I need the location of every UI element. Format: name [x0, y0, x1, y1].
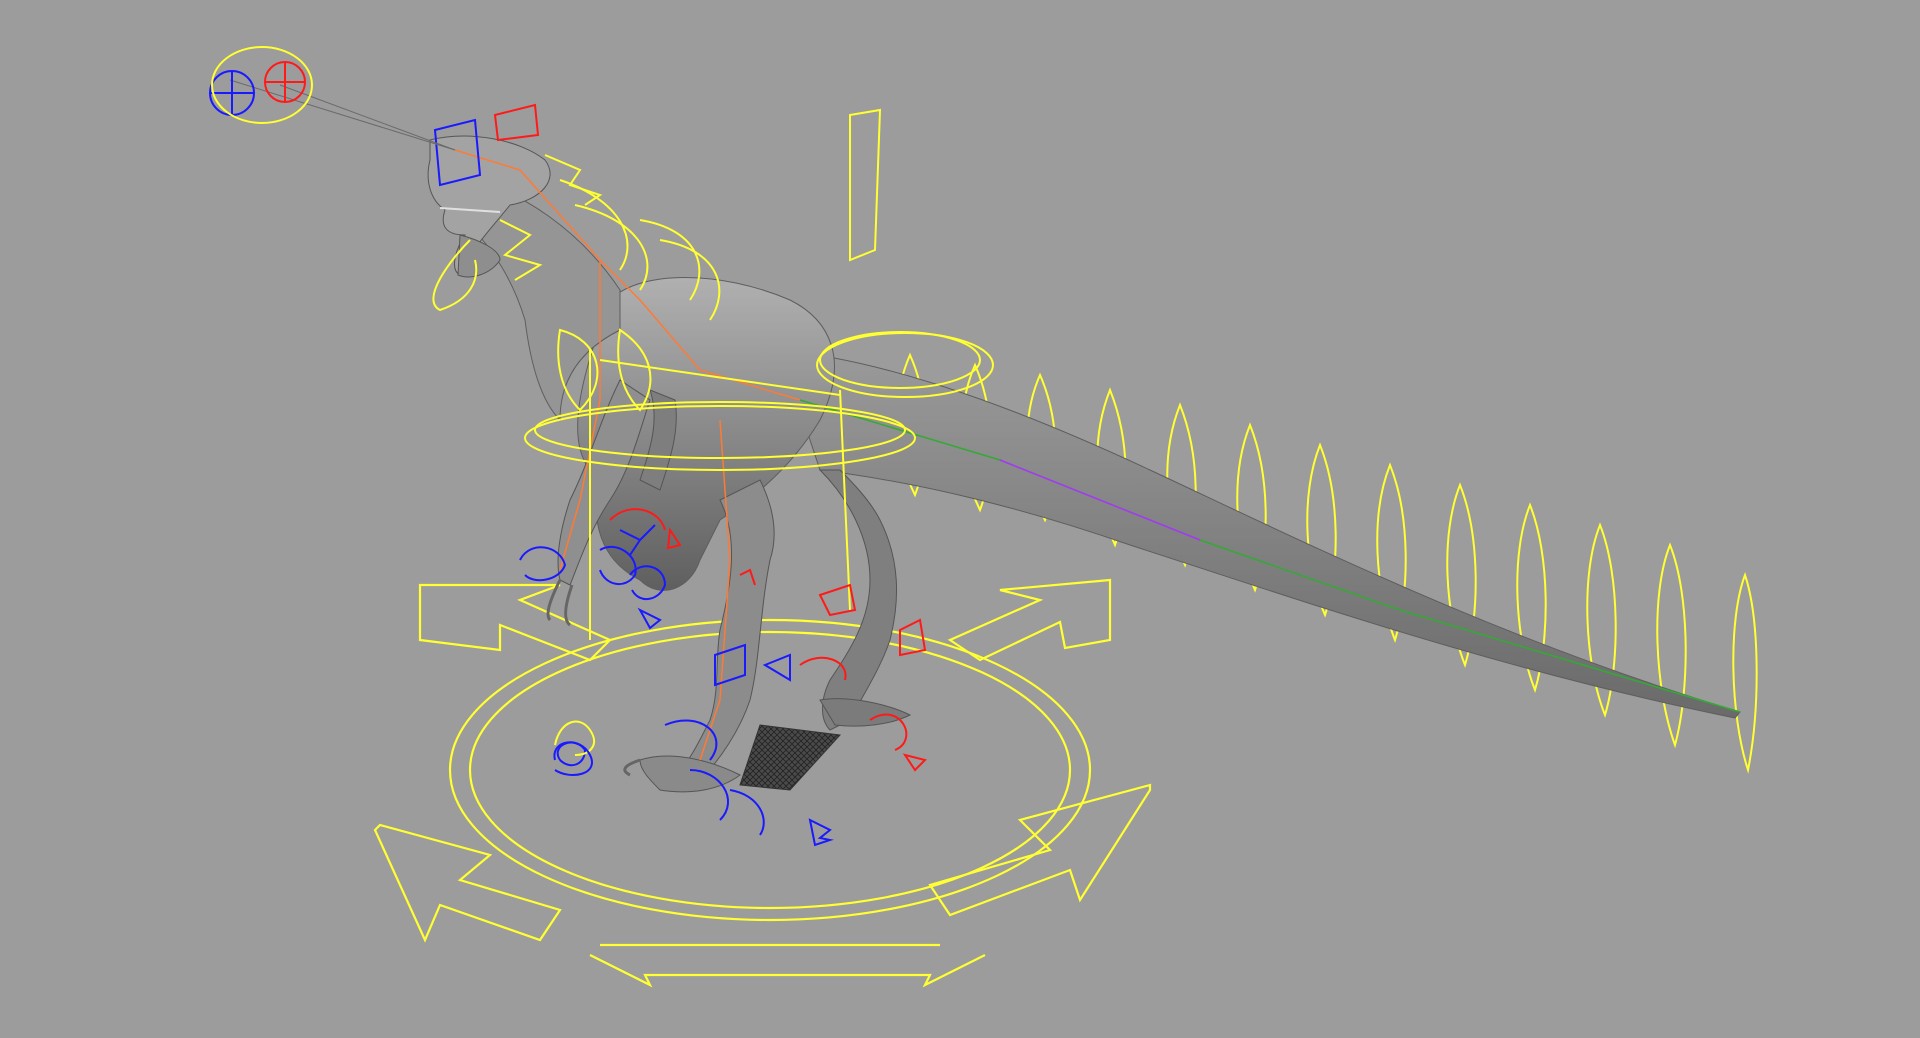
3d-viewport[interactable]: [0, 0, 1920, 1038]
scene-canvas[interactable]: [0, 0, 1920, 1038]
eye-aim-controls[interactable]: [209, 46, 456, 151]
foot-pad: [739, 724, 842, 791]
